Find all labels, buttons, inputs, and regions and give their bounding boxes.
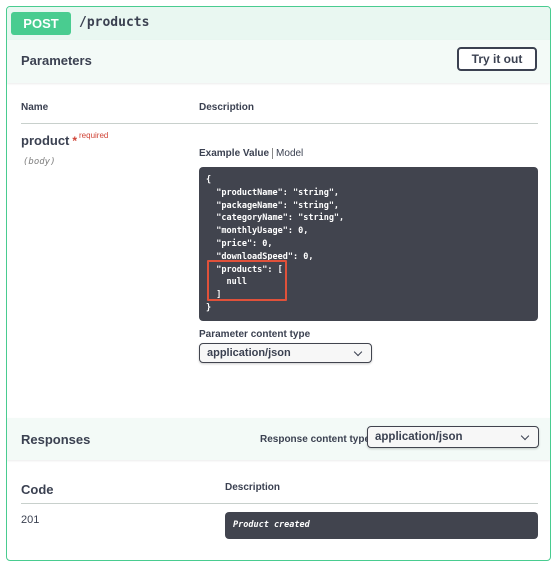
- param-location: (body): [23, 157, 56, 167]
- responses-header: Responses Response content type applicat…: [7, 418, 550, 460]
- response-description-header: Description: [225, 482, 281, 493]
- operation-path: /products: [79, 15, 150, 30]
- responses-title: Responses: [21, 432, 91, 447]
- response-description: Product created: [233, 520, 310, 530]
- required-star: *: [72, 134, 78, 148]
- response-description-box: Product created: [225, 512, 538, 539]
- code-column-header: Code: [21, 482, 54, 497]
- response-code: 201: [21, 514, 40, 526]
- chevron-down-icon: [353, 347, 363, 357]
- description-column-header: Description: [199, 102, 255, 113]
- response-content-type-select[interactable]: application/json: [367, 426, 539, 448]
- tab-model[interactable]: Model: [273, 148, 303, 159]
- param-content-type-select[interactable]: application/json: [199, 343, 372, 363]
- try-it-out-button[interactable]: Try it out: [457, 47, 537, 71]
- param-content-type-value: application/json: [207, 347, 291, 359]
- method-badge: POST: [11, 12, 71, 35]
- name-column-header: Name: [21, 102, 49, 113]
- parameters-divider: [21, 123, 538, 124]
- responses-divider: [21, 503, 538, 504]
- operation-summary[interactable]: POST /products: [7, 7, 550, 41]
- param-content-type-label: Parameter content type: [199, 329, 311, 340]
- tab-example-value[interactable]: Example Value: [199, 148, 274, 159]
- parameters-title: Parameters: [21, 53, 92, 68]
- response-content-type-label: Response content type: [260, 434, 371, 445]
- example-model-tabs: Example Value Model: [199, 148, 303, 159]
- products-highlight-box: [207, 260, 287, 301]
- post-products-operation: POST /products Parameters Try it out Nam…: [6, 6, 551, 561]
- required-label: required: [79, 131, 109, 140]
- chevron-down-icon: [520, 431, 530, 441]
- response-content-type-value: application/json: [375, 431, 463, 443]
- param-name: product *: [21, 133, 78, 148]
